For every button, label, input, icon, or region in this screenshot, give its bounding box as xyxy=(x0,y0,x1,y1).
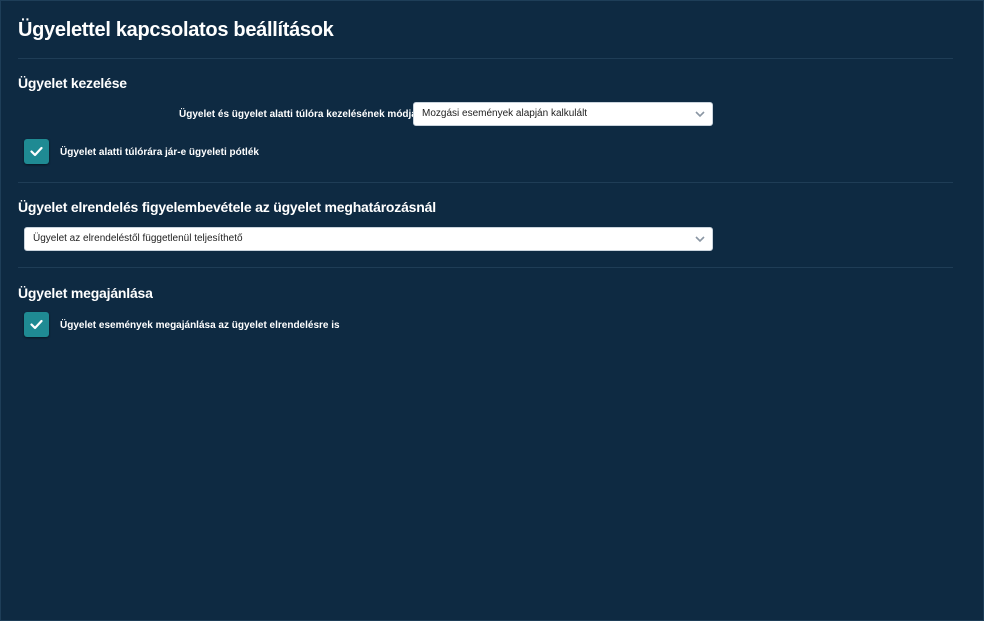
divider xyxy=(18,182,953,183)
order-mode-select[interactable]: Ügyelet az elrendeléstől függetlenül tel… xyxy=(24,227,713,251)
offer-label: Ügyelet események megajánlása az ügyelet… xyxy=(60,320,340,331)
overtime-allowance-label: Ügyelet alatti túlórára jár-e ügyeleti p… xyxy=(60,147,259,158)
settings-panel: Ügyelettel kapcsolatos beállítások Ügyel… xyxy=(0,0,984,621)
section-title-offer: Ügyelet megajánlása xyxy=(18,285,153,301)
chevron-down-icon xyxy=(695,236,705,243)
section-title-handling: Ügyelet kezelése xyxy=(18,75,127,91)
section-title-order: Ügyelet elrendelés figyelembevétele az ü… xyxy=(18,199,436,215)
overtime-mode-select[interactable]: Mozgási események alapján kalkulált xyxy=(413,102,713,126)
chevron-down-icon xyxy=(695,111,705,118)
divider xyxy=(18,267,953,268)
page-title: Ügyelettel kapcsolatos beállítások xyxy=(18,19,334,41)
order-mode-value: Ügyelet az elrendeléstől függetlenül tel… xyxy=(33,233,243,244)
overtime-mode-label: Ügyelet és ügyelet alatti túlóra kezelés… xyxy=(179,109,417,120)
overtime-allowance-checkbox[interactable] xyxy=(24,139,49,164)
overtime-mode-value: Mozgási események alapján kalkulált xyxy=(422,108,588,119)
checkmark-icon xyxy=(30,319,43,330)
offer-checkbox[interactable] xyxy=(24,312,49,337)
divider xyxy=(18,58,953,59)
checkmark-icon xyxy=(30,146,43,157)
